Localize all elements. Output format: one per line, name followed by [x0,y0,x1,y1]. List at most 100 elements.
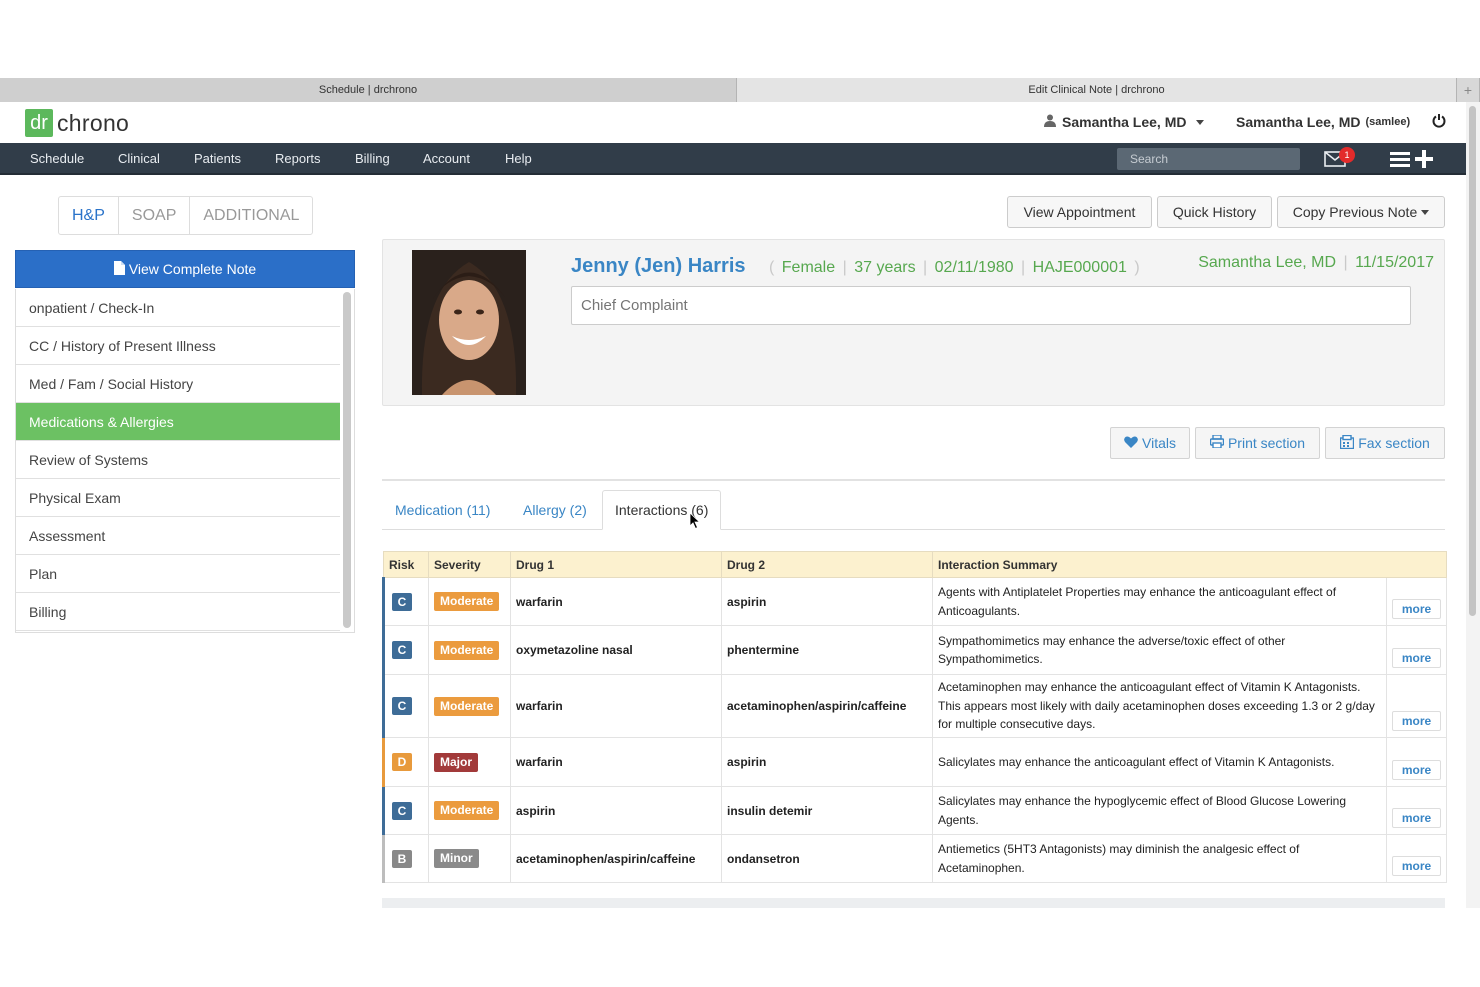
nav-patients[interactable]: Patients [194,151,241,166]
drug-1-cell: warfarin [510,737,722,787]
sidebar-item-plan[interactable]: Plan [16,555,340,593]
column-header-risk[interactable]: Risk [383,551,429,578]
print-section-button[interactable]: Print section [1195,427,1320,459]
column-header-drug-1[interactable]: Drug 1 [510,551,722,578]
sidebar-item-med-fam-social-history[interactable]: Med / Fam / Social History [16,365,340,403]
more-cell: more [1386,625,1447,675]
mouse-cursor-icon [689,512,701,534]
sidebar-item-medications-allergies[interactable]: Medications & Allergies [16,403,340,441]
severity-cell: Major [428,737,511,787]
more-button[interactable]: more [1392,856,1441,876]
logout-power-icon[interactable] [1432,113,1446,132]
interaction-summary-cell: Antiemetics (5HT3 Antagonists) may dimin… [932,834,1387,883]
nav-account[interactable]: Account [423,151,470,166]
patient-name[interactable]: Jenny (Jen) Harris [571,255,746,278]
chevron-down-icon [1196,119,1205,125]
patient-demographics: ( Female | 37 years | 02/11/1980 | HAJE0… [766,259,1143,277]
sidebar-item-billing[interactable]: Billing [16,593,340,631]
drug-2-cell: acetaminophen/aspirin/caffeine [721,674,933,738]
heart-icon [1124,435,1138,451]
app-header: dr chrono Samantha Lee, MD Samantha Lee,… [0,102,1466,143]
severity-badge: Moderate [434,592,500,611]
more-cell: more [1386,786,1447,835]
tab-h-and-p[interactable]: H&P [59,197,119,234]
separator: | [1343,254,1348,271]
nav-billing[interactable]: Billing [355,151,390,166]
chief-complaint-input[interactable] [571,286,1411,325]
fax-section-label: Fax section [1358,435,1430,451]
fax-icon [1340,434,1355,452]
more-button[interactable]: more [1392,648,1441,668]
severity-badge: Moderate [434,640,500,660]
table-header-row: Risk Severity Drug 1 Drug 2 Interaction … [383,551,1447,578]
copy-previous-note-button[interactable]: Copy Previous Note [1277,196,1445,228]
drchrono-logo[interactable]: dr chrono [25,109,129,137]
more-button[interactable]: more [1392,760,1441,780]
sidebar-item-assessment[interactable]: Assessment [16,517,340,555]
print-section-label: Print section [1227,435,1306,451]
printer-icon [1209,434,1225,451]
sidebar-item-cc-hpi[interactable]: CC / History of Present Illness [16,327,340,365]
more-button[interactable]: more [1392,599,1441,619]
sidebar-item-review-of-systems[interactable]: Review of Systems [16,441,340,479]
tab-additional[interactable]: ADDITIONAL [190,197,312,234]
page-scrollbar[interactable] [1466,102,1480,908]
user-menu-dropdown[interactable]: Samantha Lee, MD [1044,114,1205,130]
drug-2-cell: aspirin [721,577,933,626]
section-list-scrollbar[interactable] [343,292,351,628]
vitals-button[interactable]: Vitals [1110,427,1190,459]
sidebar-item-onpatient-checkin[interactable]: onpatient / Check-In [16,289,340,327]
severity-badge: Minor [434,849,479,868]
patient-photo [412,250,526,395]
page-scrollbar-thumb[interactable] [1469,106,1476,616]
more-button[interactable]: more [1392,808,1441,828]
interaction-summary-cell: Salicylates may enhance the anticoagulan… [932,737,1387,787]
severity-cell: Moderate [428,674,511,738]
sidebar-item-physical-exam[interactable]: Physical Exam [16,479,340,517]
menu-icon[interactable] [1390,151,1410,172]
column-header-interaction-summary[interactable]: Interaction Summary [932,551,1447,578]
table-row: C Moderate aspirin insulin detemir Salic… [382,786,1447,835]
tab-interactions[interactable]: Interactions (6) [602,490,722,530]
patient-dob: 02/11/1980 [934,259,1014,276]
nav-clinical[interactable]: Clinical [118,151,160,166]
browser-tab-edit-clinical-note[interactable]: Edit Clinical Note | drchrono [737,78,1457,102]
more-cell: more [1386,737,1447,787]
risk-badge: C [392,641,412,659]
column-header-severity[interactable]: Severity [428,551,511,578]
table-row: C Moderate warfarin acetaminophen/aspiri… [382,674,1447,738]
tab-medication[interactable]: Medication (11) [395,490,490,530]
table-row: D Major warfarin aspirin Salicylates may… [382,737,1447,787]
new-tab-button[interactable]: + [1457,78,1480,102]
column-header-drug-2[interactable]: Drug 2 [721,551,933,578]
vitals-label: Vitals [1142,435,1176,451]
tab-soap[interactable]: SOAP [119,197,191,234]
separator: | [1020,259,1026,276]
browser-tab-schedule[interactable]: Schedule | drchrono [0,78,737,102]
nav-reports[interactable]: Reports [275,151,321,166]
nav-help[interactable]: Help [505,151,532,166]
patient-age: 37 years [854,259,916,276]
drug-2-cell: ondansetron [721,834,933,883]
view-appointment-button[interactable]: View Appointment [1007,196,1152,228]
severity-badge: Major [434,752,479,772]
patient-sex: Female [781,259,836,276]
risk-badge: C [392,801,412,820]
nav-schedule[interactable]: Schedule [30,151,84,166]
more-button[interactable]: more [1392,711,1441,731]
tab-allergy[interactable]: Allergy (2) [523,490,587,530]
interaction-summary-cell: Salicylates may enhance the hypoglycemic… [932,786,1387,835]
quick-history-button[interactable]: Quick History [1157,196,1272,228]
logo-dr: dr [25,109,53,137]
search-input[interactable]: Search [1117,148,1300,170]
risk-badge: C [392,697,412,715]
interaction-summary-cell: Acetaminophen may enhance the anticoagul… [932,674,1387,738]
add-icon[interactable] [1415,150,1433,173]
severity-cell: Minor [428,834,511,883]
fax-section-button[interactable]: Fax section [1325,427,1445,459]
separator: | [842,259,847,276]
demographics-close-paren: ) [1134,259,1140,276]
risk-cell: C [382,625,429,675]
more-cell: more [1386,834,1447,883]
view-complete-note-button[interactable]: View Complete Note [15,250,355,288]
